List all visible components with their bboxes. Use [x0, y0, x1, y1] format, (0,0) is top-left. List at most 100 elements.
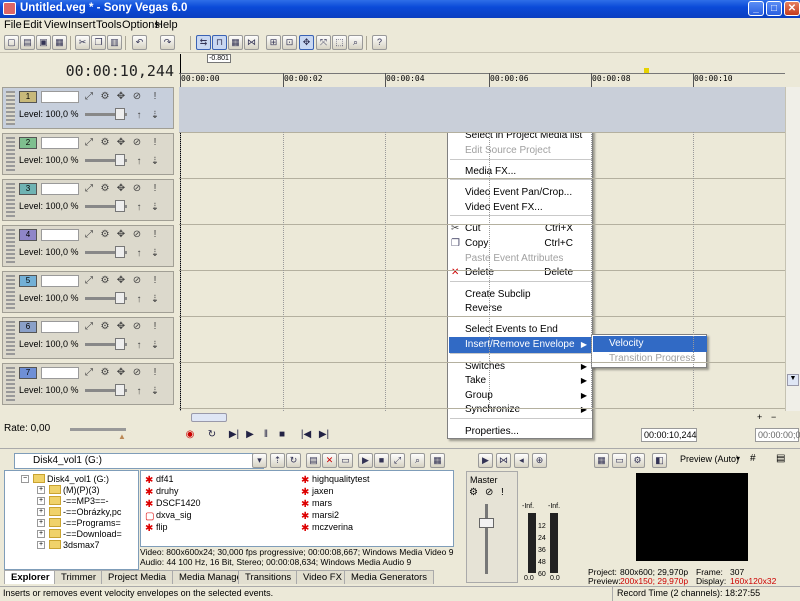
track-name-field[interactable] [41, 183, 79, 195]
compositing-up-icon[interactable]: ↑ [133, 294, 145, 306]
track-name-field[interactable] [41, 91, 79, 103]
mute-icon[interactable]: ⊘ [131, 183, 143, 195]
mixer-downmix-icon[interactable]: ⋈ [496, 453, 511, 468]
undo-icon[interactable]: ↶ [132, 35, 147, 50]
scroll-down-icon[interactable]: ▼ [787, 374, 799, 386]
play-icon[interactable]: ▶ [243, 428, 257, 442]
tree-node[interactable]: Disk4_vol1 (G:) [33, 474, 109, 484]
search-icon[interactable]: ⌕ [410, 453, 425, 468]
menu-view[interactable]: View [44, 19, 68, 31]
file-item[interactable]: ✱ mars [301, 498, 332, 510]
solo-icon[interactable]: ! [149, 367, 161, 379]
auto-ripple-icon[interactable]: ⇆ [196, 35, 211, 50]
rate-slider[interactable] [70, 428, 126, 431]
go-to-end-icon[interactable]: ▶| [317, 428, 331, 442]
composite-icon[interactable]: ✥ [115, 367, 127, 379]
cut-icon[interactable]: ✂ [75, 35, 90, 50]
expand-icon[interactable]: + [37, 508, 45, 516]
file-item[interactable]: ▢ dxva_sig [145, 510, 192, 522]
expand-icon[interactable]: + [37, 497, 45, 505]
track-header[interactable]: 2 ⤢ ⚙ ✥ ⊘! Level: 100,0 % ↑ ⇣ [2, 133, 174, 175]
expand-icon[interactable]: − [21, 475, 29, 483]
track-grip[interactable] [6, 137, 15, 171]
solo-icon[interactable]: ! [149, 91, 161, 103]
tab-explorer[interactable]: Explorer [4, 570, 57, 584]
track-level-knob[interactable] [115, 292, 125, 304]
mute-icon[interactable]: ⊘ [131, 275, 143, 287]
mute-icon[interactable]: ⊘ [131, 229, 143, 241]
track-name-field[interactable] [41, 367, 79, 379]
fx-icon[interactable]: ⚙ [99, 229, 111, 241]
track-grip[interactable] [6, 367, 15, 401]
help-pointer-icon[interactable]: ? [372, 35, 387, 50]
grid-icon[interactable]: ▦ [228, 35, 243, 50]
menu-insert[interactable]: Insert [68, 19, 96, 31]
mixer-play-icon[interactable]: ▶ [478, 453, 493, 468]
track-header[interactable]: 7 ⤢ ⚙ ✥ ⊘! Level: 100,0 % ↑ ⇣ [2, 363, 174, 405]
track-grip[interactable] [6, 229, 15, 263]
composite-icon[interactable]: ✥ [115, 91, 127, 103]
mixer-insert-bus-icon[interactable]: ⊕ [532, 453, 547, 468]
track-grip[interactable] [6, 91, 15, 125]
new-folder-icon[interactable]: ▤ [306, 453, 321, 468]
file-item[interactable]: ✱ highqualitytest [301, 474, 370, 486]
horizontal-scroll-thumb[interactable] [191, 413, 227, 422]
zoom-out-icon[interactable]: − [771, 412, 776, 422]
redo-icon[interactable]: ↷ [160, 35, 175, 50]
solo-icon[interactable]: ! [149, 183, 161, 195]
track-header[interactable]: 5 ⤢ ⚙ ✥ ⊘! Level: 100,0 % ↑ ⇣ [2, 271, 174, 313]
delete-icon[interactable]: ✕ [322, 453, 337, 468]
solo-icon[interactable]: ! [149, 137, 161, 149]
envelope-edit-tool-icon[interactable]: ⤧ [316, 35, 331, 50]
mute-icon[interactable]: ⊘ [131, 91, 143, 103]
menu-edit[interactable]: Edit [23, 19, 42, 31]
tab-transitions[interactable]: Transitions [238, 570, 299, 584]
mute-icon[interactable]: ⊘ [131, 321, 143, 333]
selection-edit-tool-icon[interactable]: ⬚ [332, 35, 347, 50]
maximize-button[interactable]: □ [766, 1, 782, 16]
composite-icon[interactable]: ✥ [115, 321, 127, 333]
file-item[interactable]: ✱ marsi2 [301, 510, 339, 522]
motion-icon[interactable]: ⤢ [83, 91, 95, 103]
fx-icon[interactable]: ⚙ [99, 91, 111, 103]
app-icon[interactable] [3, 2, 16, 15]
track-grip[interactable] [6, 183, 15, 217]
fx-icon[interactable]: ⚙ [99, 137, 111, 149]
mixer-dim-icon[interactable]: ◂ [514, 453, 529, 468]
copy-icon[interactable]: ❐ [91, 35, 106, 50]
properties-icon[interactable]: ▦ [52, 35, 67, 50]
refresh-icon[interactable]: ↻ [286, 453, 301, 468]
menu-tools[interactable]: Tools [96, 19, 122, 31]
rate-slider-thumb[interactable]: ▲ [118, 432, 126, 441]
track-level-knob[interactable] [115, 338, 125, 350]
compositing-up-icon[interactable]: ↑ [133, 340, 145, 352]
fx-icon[interactable]: ⚙ [99, 367, 111, 379]
auto-preview-icon[interactable]: ⤢ [390, 453, 405, 468]
preview-fx-icon[interactable]: ⚙ [630, 453, 645, 468]
preview-play-icon[interactable]: ▶ [358, 453, 373, 468]
composite-icon[interactable]: ✥ [115, 275, 127, 287]
master-fx-icon[interactable]: ⚙ [469, 487, 478, 498]
tree-node[interactable]: (M)(P)(3) [49, 485, 100, 495]
composite-icon[interactable]: ✥ [115, 183, 127, 195]
master-mute-icon[interactable]: ⊘ [485, 487, 493, 498]
snapping-icon[interactable]: ⊓ [212, 35, 227, 50]
stop-icon[interactable]: ■ [275, 428, 289, 442]
composite-icon[interactable]: ✥ [115, 137, 127, 149]
chevron-down-icon[interactable]: ▾ [252, 453, 267, 468]
track-name-field[interactable] [41, 321, 79, 333]
file-list[interactable]: ✱ df41 ✱ druhy ✱ DSCF1420 ▢ dxva_sig ✱ flip ✱ highq… [140, 470, 454, 547]
close-button[interactable]: ✕ [784, 1, 800, 16]
lock-envelopes-icon[interactable]: ⊞ [266, 35, 281, 50]
menu-help[interactable]: Help [155, 19, 178, 31]
track-header[interactable]: 6 ⤢ ⚙ ✥ ⊘! Level: 100,0 % ↑ ⇣ [2, 317, 174, 359]
compositing-down-icon[interactable]: ⇣ [149, 202, 161, 214]
compositing-down-icon[interactable]: ⇣ [149, 248, 161, 260]
preview-stop-icon[interactable]: ■ [374, 453, 389, 468]
track-lane[interactable] [179, 87, 785, 133]
expand-icon[interactable]: + [37, 519, 45, 527]
file-item[interactable]: ✱ jaxen [301, 486, 334, 498]
chevron-down-icon[interactable]: ▾ [736, 454, 740, 463]
split-screen-icon[interactable]: ◧ [652, 453, 667, 468]
new-icon[interactable]: ▢ [4, 35, 19, 50]
